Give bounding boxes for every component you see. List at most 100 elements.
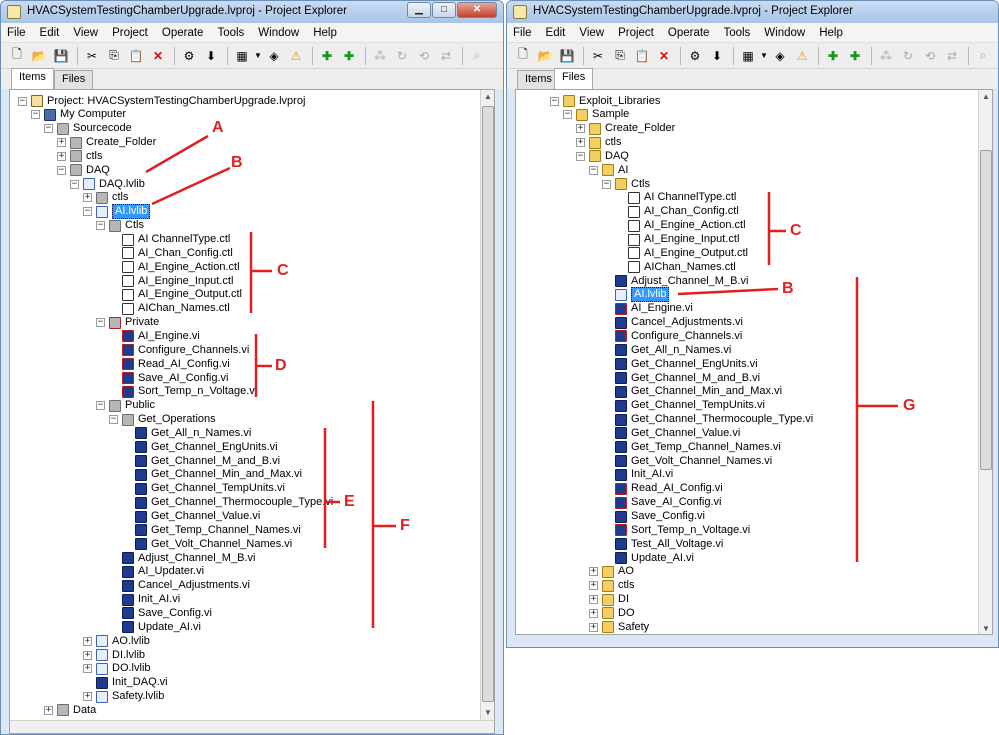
menu-project[interactable]: Project [618,27,654,39]
tree-row[interactable]: − Private [96,316,159,330]
open-icon[interactable]: 📂 [535,47,555,65]
tree-row[interactable]: + AO [589,565,634,579]
expand-icon[interactable]: + [83,692,92,702]
tree-row[interactable]: Init_DAQ.vi [83,676,168,690]
tree-row[interactable]: Update_AI.vi [109,620,201,634]
expand-icon[interactable]: + [576,124,585,134]
menu-project[interactable]: Project [112,27,148,39]
tree-row[interactable]: Get_Channel_TempUnits.vi [602,399,765,413]
expand-icon[interactable]: + [83,193,92,203]
collapse-icon[interactable]: − [589,165,598,175]
deploy-icon[interactable]: ⬇ [707,47,727,65]
tree-row[interactable]: − Project: HVACSystemTestingChamberUpgrad… [18,94,305,108]
refresh-icon[interactable]: ↻ [392,47,412,65]
add-folder-icon[interactable]: ✚ [845,47,865,65]
collapse-icon[interactable]: − [57,165,66,175]
tree-row[interactable]: Init_AI.vi [109,593,180,607]
tree-row[interactable]: + ctls [83,191,129,205]
scroll-up-arrow-icon[interactable]: ▲ [481,90,494,104]
tree-row[interactable]: Configure_Channels.vi [602,329,742,343]
menu-view[interactable]: View [73,27,98,39]
expand-icon[interactable]: + [44,705,53,715]
deploy-icon[interactable]: ⬇ [201,47,221,65]
paste-icon[interactable]: 📋 [126,47,146,65]
expand-icon[interactable]: + [589,567,598,577]
close-icon[interactable]: ✕ [457,2,497,18]
expand-icon[interactable]: + [576,138,585,148]
tree-row[interactable]: + DO.lvlib [83,662,151,676]
tree-row[interactable]: + Safety [589,620,649,634]
tree-row[interactable]: + DI.lvlib [83,648,145,662]
build-icon[interactable]: ⚙ [179,47,199,65]
tree-row[interactable]: + Create_Folder [57,136,156,150]
scroll-up-arrow-icon[interactable]: ▲ [979,90,992,104]
tree-row[interactable]: Read_AI_Config.vi [602,482,723,496]
tree-row[interactable]: Get_Channel_Value.vi [602,426,740,440]
tree-row[interactable]: Init_AI.vi [602,468,673,482]
tree-row[interactable]: Configure_Channels.vi [109,343,249,357]
source-control-icon[interactable]: ⇄ [436,47,456,65]
tree-row[interactable]: + ctls [589,579,635,593]
tree-row[interactable]: − AI.lvlib [83,204,151,220]
tree-row[interactable]: Get_All_n_Names.vi [122,426,251,440]
tree-row[interactable]: AI_Engine_Output.ctl [109,288,242,302]
tree-row[interactable]: − Get_Operations [109,413,216,427]
collapse-icon[interactable]: − [18,96,27,106]
refresh-icon[interactable]: ↻ [898,47,918,65]
tree-row[interactable]: + Data [44,703,96,717]
history-icon[interactable]: ⟲ [414,47,434,65]
tree-row[interactable]: Get_Channel_M_and_B.vi [602,371,760,385]
view-options-icon[interactable]: ▦ [232,47,252,65]
new-icon[interactable]: 🗋 [7,47,27,65]
tree-row[interactable]: AI_Engine.vi [109,329,200,343]
menu-edit[interactable]: Edit [40,27,60,39]
expand-icon[interactable]: + [589,581,598,591]
dropdown-arrow-icon[interactable]: ▼ [760,47,768,65]
tree-row[interactable]: Get_Volt_Channel_Names.vi [602,454,772,468]
new-icon[interactable]: 🗋 [513,47,533,65]
tree-row[interactable]: Save_Config.vi [602,510,705,524]
tree-row[interactable]: Get_Channel_Min_and_Max.vi [122,468,302,482]
tree-row[interactable]: − Ctls [602,177,650,191]
save-all-icon[interactable]: 💾 [51,47,71,65]
collapse-icon[interactable]: − [109,415,118,425]
tree-row[interactable]: Get_Volt_Channel_Names.vi [122,537,292,551]
tree-row[interactable]: + DI [589,593,629,607]
tree-row[interactable]: Get_Channel_TempUnits.vi [122,482,285,496]
collapse-icon[interactable]: − [602,179,611,189]
menu-tools[interactable]: Tools [217,27,244,39]
tab-files[interactable]: Files [54,70,94,89]
open-icon[interactable]: 📂 [29,47,49,65]
cut-icon[interactable]: ✂ [82,47,102,65]
expand-icon[interactable]: + [83,636,92,646]
tree-row[interactable]: Get_All_n_Names.vi [602,343,731,357]
tree-row[interactable]: + ctls [576,136,622,150]
delete-icon[interactable]: ✕ [148,47,168,65]
tree-row[interactable]: Get_Channel_EngUnits.vi [602,357,758,371]
collapse-icon[interactable]: − [96,221,105,231]
collapse-icon[interactable]: − [83,207,92,217]
add-folder-icon[interactable]: ✚ [339,47,359,65]
tree-row[interactable]: Cancel_Adjustments.vi [602,316,743,330]
tree-row[interactable]: AIChan_Names.ctl [109,302,230,316]
collapse-icon[interactable]: − [44,124,53,134]
tree-row[interactable]: − DAQ [576,149,629,163]
tree-row[interactable]: Get_Channel_Thermocouple_Type.vi [122,496,333,510]
tree-row[interactable]: Get_Channel_Min_and_Max.vi [602,385,782,399]
collapse-icon[interactable]: − [96,401,105,411]
copy-icon[interactable]: ⎘ [610,47,630,65]
copy-icon[interactable]: ⎘ [104,47,124,65]
view-options-icon[interactable]: ▦ [738,47,758,65]
tree-row[interactable]: AIChan_Names.ctl [615,260,736,274]
delete-icon[interactable]: ✕ [654,47,674,65]
tree-row[interactable]: AI_Updater.vi [109,565,204,579]
build-icon[interactable]: ⚙ [685,47,705,65]
tree-row[interactable]: AI ChannelType.ctl [109,233,230,247]
tree-row[interactable]: Cancel_Adjustments.vi [109,579,250,593]
collapse-icon[interactable]: − [96,318,105,328]
menu-view[interactable]: View [579,27,604,39]
source-control-icon[interactable]: ⇄ [942,47,962,65]
tree-row[interactable]: − Ctls [96,219,144,233]
tree-row[interactable]: − AI [589,163,628,177]
menu-tools[interactable]: Tools [723,27,750,39]
